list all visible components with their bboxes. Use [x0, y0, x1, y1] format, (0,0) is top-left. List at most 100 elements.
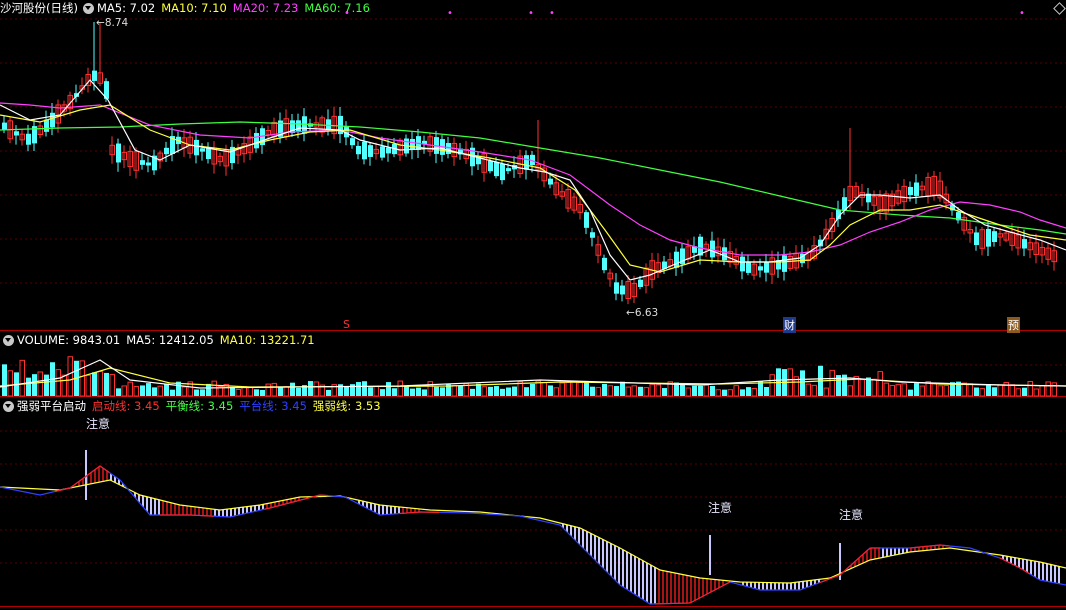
volume-bar-down — [434, 386, 439, 396]
volume-bar-down — [908, 389, 913, 396]
candle-down — [746, 262, 751, 273]
chart-canvas[interactable]: • • • • • — [0, 0, 1066, 610]
volume-bar-up — [1045, 381, 1051, 397]
indicator-panel-header: 强弱平台启动 启动线: 3.45 平衡线: 3.45 平台线: 3.45 强弱线: 3… — [0, 398, 387, 414]
candle-down — [494, 161, 499, 177]
volume-bar-up — [685, 387, 691, 397]
volume-bar-up — [901, 383, 907, 397]
volume-bar-up — [121, 385, 127, 397]
volume-bar-down — [386, 382, 391, 396]
volume-bar-down — [368, 387, 373, 396]
volume-bar-up — [1033, 388, 1039, 397]
volume-bar-up — [373, 385, 379, 397]
volume-bar-up — [979, 388, 985, 397]
candle-down — [200, 148, 205, 152]
event-marker-s[interactable]: S — [343, 318, 350, 331]
volume-bar-up — [649, 383, 655, 397]
volume-bar-up — [313, 381, 319, 397]
volume-bar-up — [931, 383, 937, 397]
chevron-down-icon[interactable] — [82, 2, 94, 14]
candle-down — [446, 143, 451, 154]
legend-item: 平台线: 3.45 — [239, 399, 307, 413]
volume-bar-up — [85, 374, 91, 397]
volume-bar-down — [200, 389, 205, 396]
candle-down — [602, 257, 607, 271]
volume-bar-down — [764, 387, 769, 396]
volume-bar-up — [919, 385, 925, 397]
candle-down — [974, 232, 979, 246]
candle-down — [500, 163, 505, 181]
volume-bar-up — [559, 382, 565, 397]
event-marker-forecast[interactable]: 预 — [1007, 317, 1020, 333]
alert-label: 注意 — [708, 501, 733, 515]
volume-bar-up — [565, 381, 571, 397]
volume-bar-down — [524, 387, 529, 396]
legend-item: 启动线: 3.45 — [92, 399, 160, 413]
volume-bar-down — [254, 389, 259, 396]
event-marker-financial[interactable]: 财 — [783, 317, 796, 333]
volume-bar-up — [211, 380, 217, 397]
volume-bar-down — [410, 388, 415, 396]
price-panel-header: 沙河股份(日线) MA5: 7.02 MA10: 7.10 MA20: 7.23 MA… — [0, 0, 376, 16]
volume-bar-down — [494, 386, 499, 396]
candle-down — [1022, 239, 1027, 249]
candle-down — [908, 186, 913, 196]
volume-bar-up — [595, 387, 601, 397]
start-line-segment — [54, 465, 110, 493]
volume-bar-down — [104, 372, 109, 396]
candle-down — [584, 212, 589, 228]
candle-down — [506, 168, 511, 172]
candle-down — [620, 285, 625, 295]
chevron-down-icon[interactable] — [3, 400, 14, 412]
stock-chart-window[interactable]: • • • • • 沙河股份(日线) MA5: 7.02 MA10: 7.10 MA20: … — [0, 0, 1066, 610]
candle-down — [380, 146, 385, 158]
volume-bar-down — [974, 387, 979, 396]
volume-bar-down — [470, 388, 475, 396]
stock-title: 沙河股份(日线) — [0, 1, 78, 15]
volume-bar-down — [584, 381, 589, 396]
volume-bar-up — [1039, 385, 1045, 397]
start-line-segment — [160, 514, 215, 517]
volume-bar-up — [895, 384, 901, 397]
volume-bar-up — [883, 382, 889, 397]
volume-bar-up — [55, 369, 61, 397]
volume-bar-up — [715, 389, 721, 397]
volume-bar-up — [1015, 388, 1021, 397]
ma-legend: MA5: 7.02 MA10: 7.10 MA20: 7.23 MA60: 7.16 — [97, 0, 376, 16]
candle-down — [992, 231, 997, 243]
volume-bar-down — [416, 387, 421, 396]
volume-bar-down — [290, 382, 295, 396]
candle-down — [140, 160, 145, 165]
volume-bar-up — [805, 383, 811, 397]
volume-bar-up — [889, 384, 895, 397]
volume-bar-down — [620, 381, 625, 396]
volume-bar-down — [710, 385, 715, 396]
volume-bar-down — [548, 385, 553, 396]
volume-title: VOLUME: 9843.01 — [17, 333, 121, 347]
volume-bar-down — [422, 389, 427, 396]
candle-down — [50, 112, 55, 128]
volume-bar-up — [79, 360, 85, 397]
volume-bar-up — [631, 385, 637, 397]
volume-bar-up — [1027, 380, 1033, 397]
volume-bar-up — [751, 387, 757, 397]
volume-bar-up — [265, 383, 271, 397]
volume-bar-up — [571, 381, 577, 397]
volume-bar-up — [733, 385, 739, 397]
candle-down — [386, 147, 391, 154]
candle-down — [914, 182, 919, 196]
volume-ma-legend: MA5: 12412.05 MA10: 13221.71 — [126, 332, 320, 348]
volume-bar-down — [2, 364, 7, 396]
candle-down — [638, 279, 643, 287]
candle-down — [92, 70, 97, 81]
volume-bar-up — [235, 389, 241, 397]
candle-down — [146, 162, 151, 166]
candle-down — [548, 178, 553, 185]
volume-bar-up — [847, 385, 853, 397]
volume-bar-down — [26, 377, 31, 396]
chevron-down-icon[interactable] — [3, 334, 14, 346]
high-price-marker: ←8.74 — [96, 17, 129, 29]
legend-item: MA20: 7.23 — [232, 1, 299, 15]
volume-bar-down — [170, 389, 175, 396]
candle-down — [674, 251, 679, 268]
